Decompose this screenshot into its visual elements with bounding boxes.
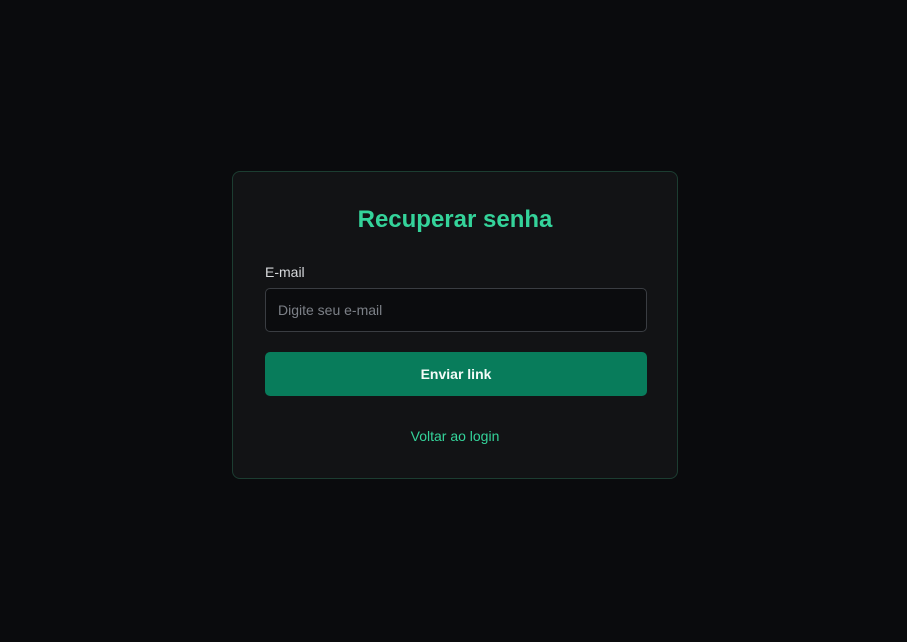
send-link-button[interactable]: Enviar link bbox=[265, 352, 647, 396]
back-to-login-link[interactable]: Voltar ao login bbox=[233, 428, 677, 444]
email-field[interactable] bbox=[265, 288, 647, 332]
page: Recuperar senha E-mail Enviar link Volta… bbox=[0, 0, 907, 642]
password-recovery-card: Recuperar senha E-mail Enviar link Volta… bbox=[232, 171, 678, 479]
email-label: E-mail bbox=[265, 264, 305, 280]
page-title: Recuperar senha bbox=[357, 206, 553, 233]
